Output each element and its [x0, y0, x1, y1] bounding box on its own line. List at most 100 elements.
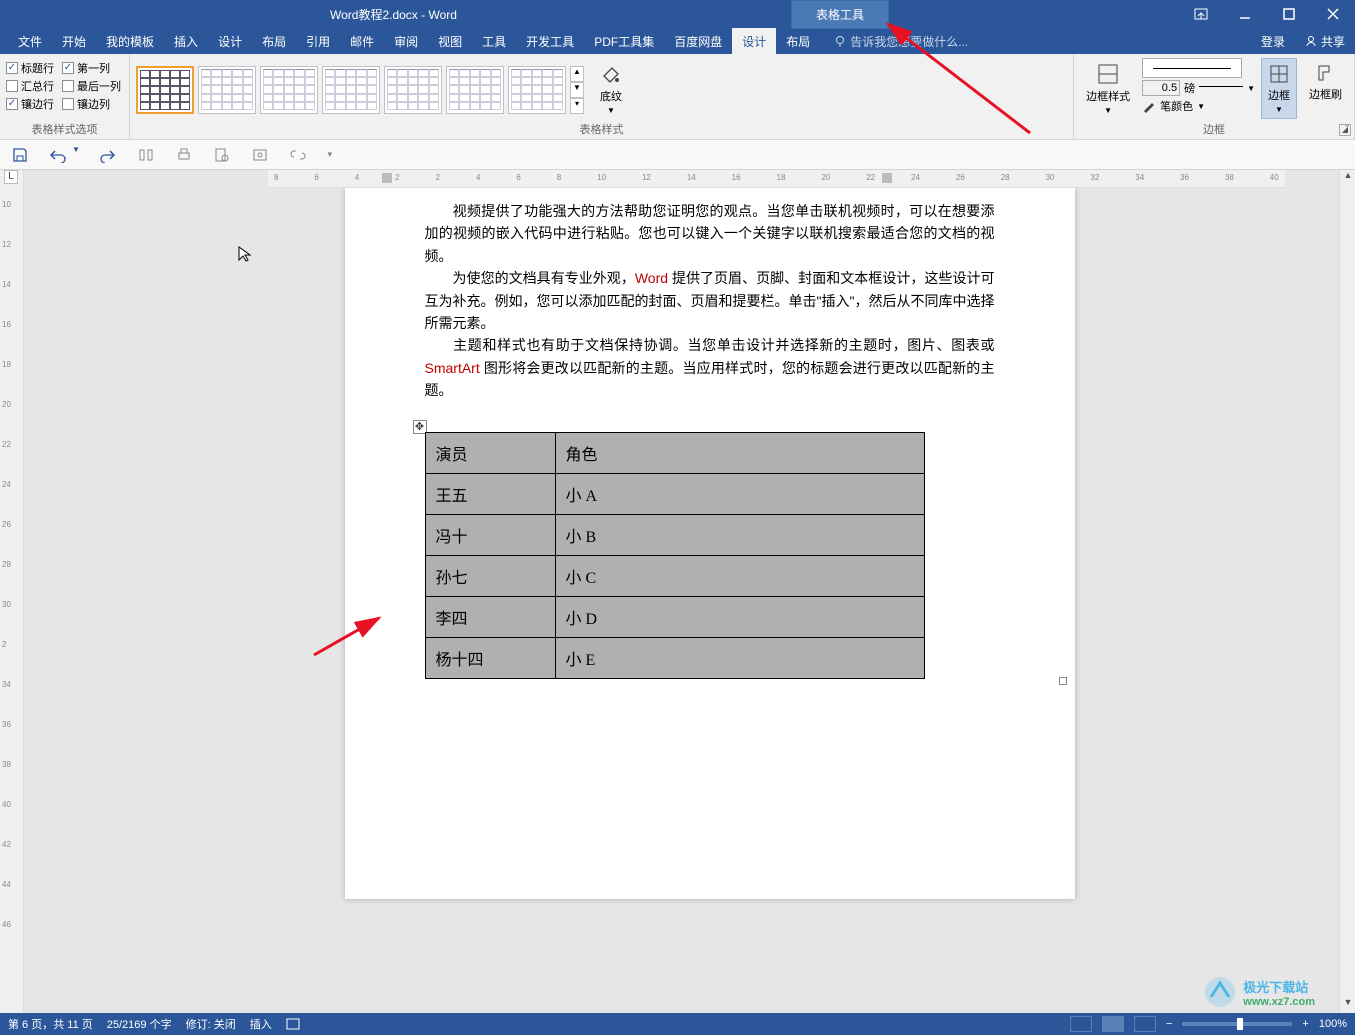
table-header-cell[interactable]: 角色 — [555, 432, 924, 473]
qat-customize-dropdown[interactable]: ▼ — [326, 150, 334, 159]
collapse-ribbon-button[interactable]: ˇ — [1345, 124, 1349, 136]
table-row[interactable]: 王五小 A — [425, 473, 924, 514]
maximize-button[interactable] — [1267, 0, 1311, 28]
qat-btn-5[interactable] — [174, 145, 194, 165]
gallery-scroll-down[interactable]: ▼ — [570, 82, 584, 98]
vertical-scrollbar[interactable]: ▲ ▼ — [1339, 170, 1355, 1013]
qat-btn-6[interactable] — [212, 145, 232, 165]
ribbon-tab-4[interactable]: 设计 — [208, 28, 252, 54]
ribbon-tab-9[interactable]: 视图 — [428, 28, 472, 54]
undo-button[interactable] — [48, 145, 68, 165]
ribbon-tab-12[interactable]: PDF工具集 — [584, 28, 664, 54]
first-col-checkbox[interactable]: ✓第一列 — [62, 60, 123, 76]
share-button[interactable]: 共享 — [1295, 33, 1355, 50]
table-cell[interactable]: 王五 — [425, 473, 555, 514]
table-style-4[interactable] — [322, 66, 380, 114]
shading-button[interactable]: 底纹 ▼ — [594, 60, 628, 119]
table-style-1[interactable] — [136, 66, 194, 114]
ribbon-tab-14[interactable]: 设计 — [732, 28, 776, 54]
ribbon-tab-15[interactable]: 布局 — [776, 28, 820, 54]
header-row-checkbox[interactable]: ✓标题行 — [6, 60, 56, 76]
banded-col-checkbox[interactable]: 镶边列 — [62, 96, 123, 112]
gallery-more[interactable]: ▾ — [570, 98, 584, 114]
border-painter-button[interactable]: 边框刷 — [1303, 58, 1348, 106]
horizontal-ruler[interactable]: 8642246810121416182022242628303234363840 — [268, 170, 1285, 188]
table-style-3[interactable] — [260, 66, 318, 114]
table-cell[interactable]: 李四 — [425, 596, 555, 637]
word-brand-text: Word — [635, 270, 668, 286]
status-page[interactable]: 第 6 页，共 11 页 — [8, 1016, 93, 1032]
table-style-6[interactable] — [446, 66, 504, 114]
pen-width-input[interactable]: 0.5 — [1142, 80, 1180, 96]
left-margin-marker[interactable] — [382, 173, 392, 183]
tell-me-search[interactable]: 告诉我您想要做什么... — [828, 33, 974, 50]
ribbon-tab-13[interactable]: 百度网盘 — [664, 28, 732, 54]
table-style-2[interactable] — [198, 66, 256, 114]
vertical-ruler[interactable]: L 1012141618202224262830234363840424446 — [0, 170, 24, 1013]
pen-color-button[interactable]: 笔颜色 ▼ — [1142, 98, 1255, 114]
right-margin-marker[interactable] — [882, 173, 892, 183]
tab-selector[interactable]: L — [4, 170, 18, 184]
status-mode[interactable]: 插入 — [250, 1016, 272, 1032]
minimize-button[interactable] — [1223, 0, 1267, 28]
ribbon-tab-1[interactable]: 开始 — [52, 28, 96, 54]
zoom-in-button[interactable]: + — [1302, 1018, 1308, 1030]
login-button[interactable]: 登录 — [1251, 33, 1295, 50]
border-line-style[interactable] — [1142, 58, 1242, 78]
banded-row-checkbox[interactable]: ✓镶边行 — [6, 96, 56, 112]
scroll-up-button[interactable]: ▲ — [1340, 170, 1355, 186]
zoom-out-button[interactable]: − — [1166, 1018, 1172, 1030]
table-row[interactable]: 李四小 D — [425, 596, 924, 637]
ribbon-tab-7[interactable]: 邮件 — [340, 28, 384, 54]
table-cell[interactable]: 孙七 — [425, 555, 555, 596]
qat-btn-4[interactable] — [136, 145, 156, 165]
ribbon-tab-8[interactable]: 审阅 — [384, 28, 428, 54]
table-style-5[interactable] — [384, 66, 442, 114]
table-row[interactable]: 杨十四小 E — [425, 637, 924, 678]
status-words[interactable]: 25/2169 个字 — [107, 1016, 172, 1032]
zoom-slider[interactable] — [1182, 1022, 1292, 1026]
view-read-mode[interactable] — [1070, 1016, 1092, 1032]
total-row-checkbox[interactable]: 汇总行 — [6, 78, 56, 94]
table-row[interactable]: 冯十小 B — [425, 514, 924, 555]
table-cell[interactable]: 小 B — [555, 514, 924, 555]
gallery-scroll-up[interactable]: ▲ — [570, 66, 584, 82]
close-button[interactable] — [1311, 0, 1355, 28]
table-style-7[interactable] — [508, 66, 566, 114]
border-styles-button[interactable]: 边框样式 ▼ — [1080, 58, 1136, 119]
table-resize-handle[interactable] — [1059, 677, 1067, 685]
table-cell[interactable]: 冯十 — [425, 514, 555, 555]
qat-btn-7[interactable] — [250, 145, 270, 165]
scroll-down-button[interactable]: ▼ — [1340, 997, 1355, 1013]
ribbon-tab-11[interactable]: 开发工具 — [516, 28, 584, 54]
borders-button[interactable]: 边框 ▼ — [1261, 58, 1297, 119]
last-col-checkbox[interactable]: 最后一列 — [62, 78, 123, 94]
ribbon-tab-6[interactable]: 引用 — [296, 28, 340, 54]
status-revision[interactable]: 修订: 关闭 — [186, 1016, 236, 1032]
zoom-level[interactable]: 100% — [1319, 1018, 1347, 1030]
table-cell[interactable]: 小 A — [555, 473, 924, 514]
undo-dropdown[interactable]: ▼ — [72, 145, 80, 165]
view-print-layout[interactable] — [1102, 1016, 1124, 1032]
status-macro-icon[interactable] — [286, 1018, 300, 1030]
ribbon-tab-5[interactable]: 布局 — [252, 28, 296, 54]
view-web-layout[interactable] — [1134, 1016, 1156, 1032]
ribbon-tab-0[interactable]: 文件 — [8, 28, 52, 54]
ribbon-tab-2[interactable]: 我的模板 — [96, 28, 164, 54]
group-table-style-options: ✓标题行 ✓第一列 汇总行 最后一列 ✓镶边行 镶边列 表格样式选项 — [0, 54, 130, 139]
table-row[interactable]: 孙七小 C — [425, 555, 924, 596]
document-table[interactable]: 演员角色王五小 A冯十小 B孙七小 C李四小 D杨十四小 E — [425, 432, 925, 679]
ribbon-tab-10[interactable]: 工具 — [472, 28, 516, 54]
chevron-down-icon[interactable]: ▼ — [1247, 84, 1255, 93]
ribbon-display-options[interactable] — [1179, 0, 1223, 28]
qat-btn-8[interactable] — [288, 145, 308, 165]
table-tools-context-tab[interactable]: 表格工具 — [791, 0, 889, 29]
table-cell[interactable]: 杨十四 — [425, 637, 555, 678]
save-button[interactable] — [10, 145, 30, 165]
ribbon-tab-3[interactable]: 插入 — [164, 28, 208, 54]
table-cell[interactable]: 小 E — [555, 637, 924, 678]
table-cell[interactable]: 小 C — [555, 555, 924, 596]
table-header-cell[interactable]: 演员 — [425, 432, 555, 473]
redo-button[interactable] — [98, 145, 118, 165]
table-cell[interactable]: 小 D — [555, 596, 924, 637]
